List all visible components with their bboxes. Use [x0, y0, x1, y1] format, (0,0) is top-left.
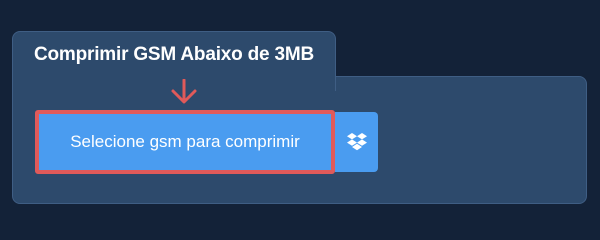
dropbox-button[interactable]: [335, 112, 378, 172]
widget-title: Comprimir GSM Abaixo de 3MB: [34, 44, 314, 65]
select-file-button[interactable]: Selecione gsm para comprimir: [35, 110, 335, 174]
select-file-button-label: Selecione gsm para comprimir: [70, 132, 300, 151]
upload-button-group: Selecione gsm para comprimir: [35, 110, 378, 174]
arrow-down-icon: [171, 79, 197, 104]
compressor-widget: Comprimir GSM Abaixo de 3MB Selecione gs…: [0, 0, 600, 230]
dropbox-icon: [346, 133, 367, 151]
